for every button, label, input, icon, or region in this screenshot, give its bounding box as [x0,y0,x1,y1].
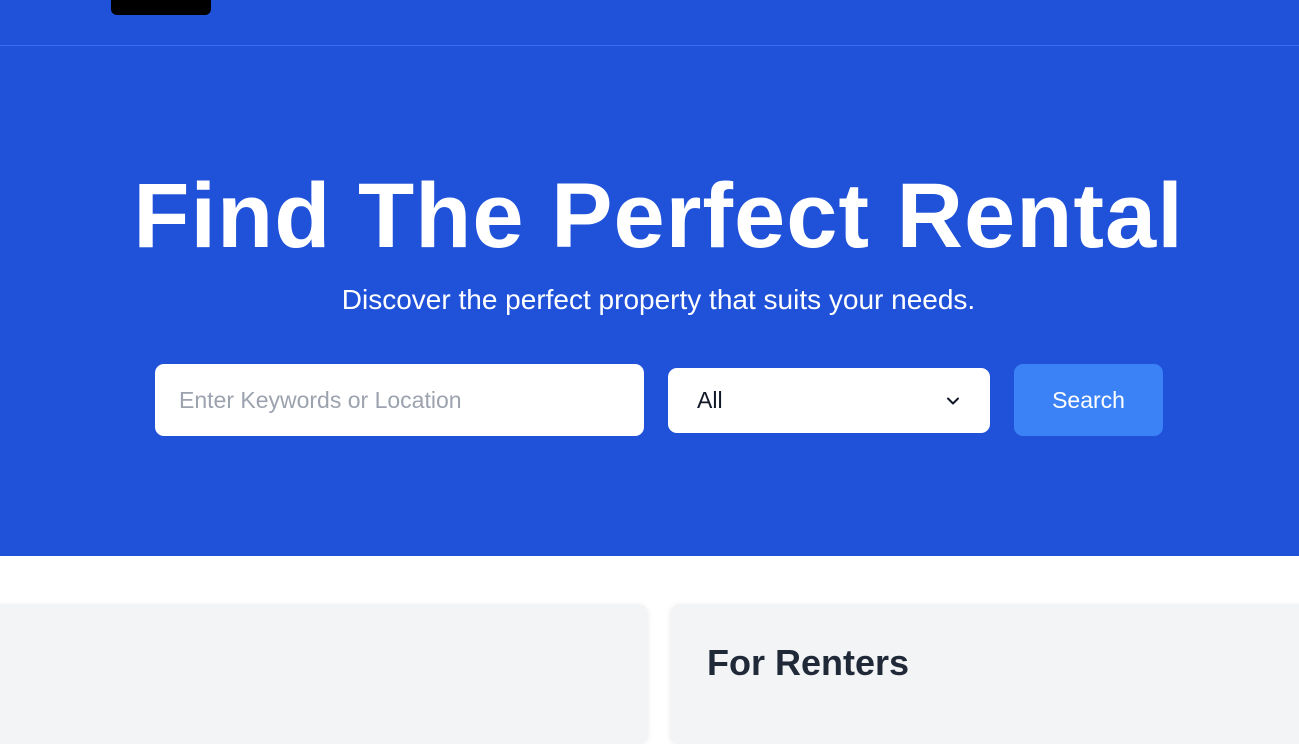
info-card-owners [0,604,648,744]
hero-title: Find The Perfect Rental [133,165,1184,267]
top-navbar [0,0,1299,46]
search-input[interactable] [155,364,644,436]
chevron-down-icon [947,397,959,404]
property-type-select[interactable]: All [668,368,990,433]
hero-subtitle: Discover the perfect property that suits… [341,284,976,315]
search-button[interactable]: Search [1014,364,1163,436]
card-title: For Renters [707,642,910,683]
hero-section: Find The Perfect Rental Discover the per… [0,46,1299,556]
info-card-renters: For Renters [670,604,1299,744]
logo[interactable] [111,0,211,15]
property-type-select-value: All [697,387,723,413]
